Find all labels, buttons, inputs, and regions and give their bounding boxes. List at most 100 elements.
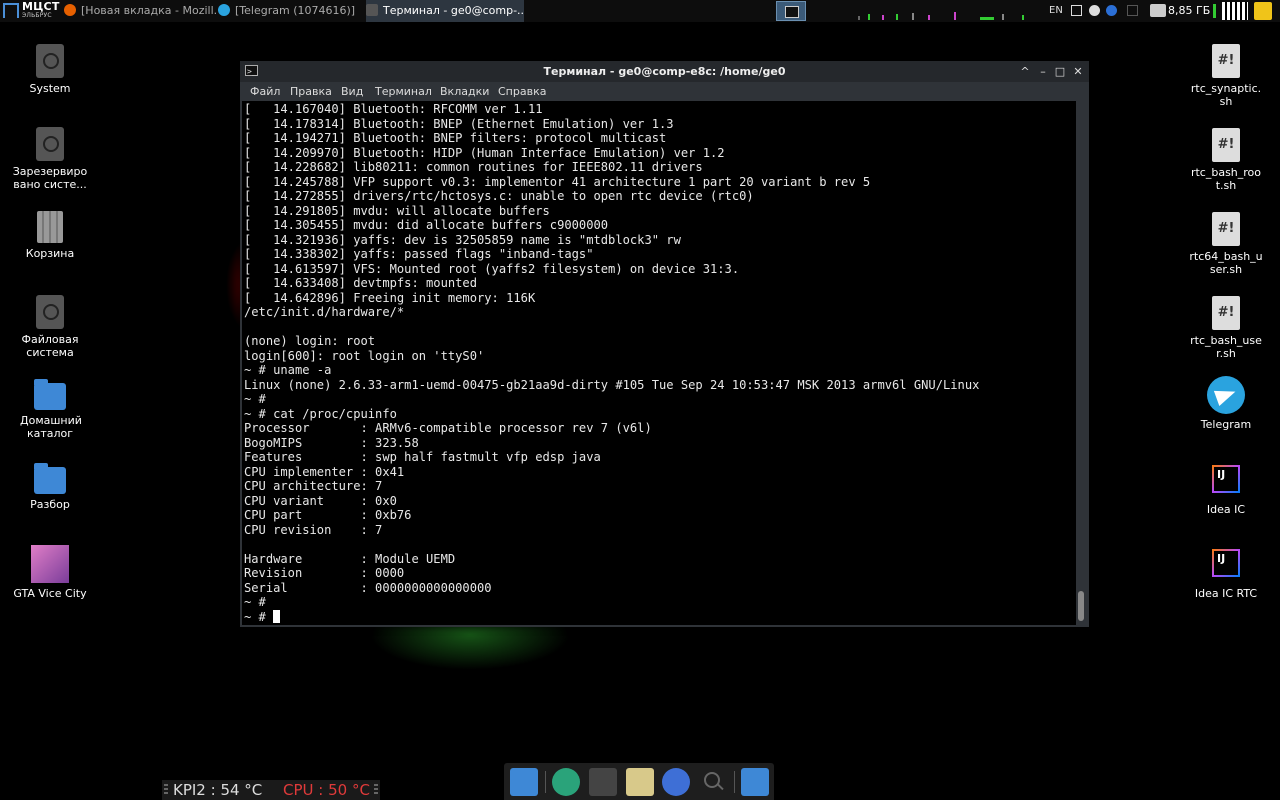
- task-terminal[interactable]: Терминал - ge0@comp-...: [366, 0, 524, 22]
- disk-icon: [36, 127, 64, 161]
- home-folder-icon: [34, 379, 66, 410]
- terminal-output[interactable]: [ 14.167040] Bluetooth: RFCOMM ver 1.11 …: [242, 101, 1076, 625]
- clipboard-icon[interactable]: [1127, 5, 1138, 16]
- script-icon: #!: [1212, 128, 1240, 162]
- desktop-icon-label: Idea IC: [1206, 503, 1246, 516]
- terminal-scrollbar[interactable]: [1076, 101, 1087, 625]
- intellij-icon: IJ: [1212, 465, 1240, 493]
- desktop-icon-filesystem[interactable]: Файловая система: [0, 295, 100, 359]
- disk-icon: [36, 295, 64, 329]
- desktop-icon-idea[interactable]: IJ Idea IC: [1176, 465, 1276, 516]
- terminal-icon: [366, 4, 378, 16]
- workspace-terminal-button[interactable]: [776, 1, 806, 21]
- disk-icon: [36, 44, 64, 78]
- desktop-icon-label: GTA Vice City: [13, 587, 87, 600]
- desktop-icon-rtc-synaptic[interactable]: #! rtc_synaptic.sh: [1176, 44, 1276, 108]
- grip-icon: [164, 784, 168, 796]
- aperture-icon[interactable]: [552, 768, 580, 796]
- desktop-icon-label: rtc64_bash_user.sh: [1189, 250, 1263, 276]
- qr-icon[interactable]: [1222, 2, 1248, 20]
- desktop-icon-label: rtc_bash_user.sh: [1190, 334, 1262, 360]
- folder-icon: [34, 463, 66, 494]
- top-panel: МЦСТ ЭЛЬБРУС [Новая вкладка - Mozill... …: [0, 0, 1280, 22]
- desktop-icon-trash[interactable]: Корзина: [0, 211, 100, 260]
- task-label: [Telegram (1074616)]: [235, 4, 356, 17]
- task-label: [Новая вкладка - Mozill...: [81, 4, 216, 17]
- system-load-meters: [856, 2, 1036, 20]
- window-icon[interactable]: [1071, 5, 1082, 16]
- desktop-icon-label: Домашний каталог: [20, 414, 82, 440]
- desktop-icon-label: Разбор: [30, 498, 70, 511]
- desktop-icon-gta[interactable]: GTA Vice City: [0, 545, 100, 600]
- desktop-icon-label: Telegram: [1200, 418, 1252, 431]
- battery-icon: [1213, 4, 1216, 18]
- logo-subtitle: ЭЛЬБРУС: [22, 12, 52, 19]
- task-telegram[interactable]: [Telegram (1074616)]: [218, 0, 360, 22]
- desktop-icon-label: Зарезервиро вано систе...: [12, 165, 88, 191]
- desktop-icon-label: Idea IC RTC: [1194, 587, 1258, 600]
- desktop-icon[interactable]: [510, 768, 538, 796]
- search-icon[interactable]: [699, 768, 727, 796]
- maximize-button[interactable]: □: [1052, 61, 1068, 82]
- desktop-icon-home[interactable]: Домашний каталог: [0, 379, 100, 440]
- script-icon: #!: [1212, 44, 1240, 78]
- menu-edit[interactable]: Правка: [290, 82, 332, 101]
- desktop-icon-label: System: [29, 82, 71, 95]
- keyboard-layout-indicator[interactable]: EN: [1049, 0, 1063, 22]
- desktop-icon-label: Файловая система: [21, 333, 79, 359]
- dock-separator: [734, 771, 735, 793]
- menu-view[interactable]: Вид: [341, 82, 363, 101]
- desktop-icon-razbor[interactable]: Разбор: [0, 463, 100, 511]
- cpu-temperature: CPU : 50 °C: [283, 781, 370, 799]
- terminal-window: >_ Терминал - ge0@comp-e8c: /home/ge0 ^ …: [240, 61, 1089, 627]
- notifications-icon[interactable]: [1106, 5, 1117, 16]
- desktop-icon-label: rtc_bash_root.sh: [1190, 166, 1262, 192]
- kpi-temperature: KPI2 : 54 °C: [173, 781, 263, 799]
- desktop-icon-system[interactable]: System: [0, 44, 100, 95]
- desktop-icon-rtc64-bash-user[interactable]: #! rtc64_bash_user.sh: [1176, 212, 1276, 276]
- menu-tabs[interactable]: Вкладки: [440, 82, 489, 101]
- scrollbar-thumb[interactable]: [1078, 591, 1084, 621]
- network-icon[interactable]: [1089, 5, 1100, 16]
- temperature-widget: KPI2 : 54 °C CPU : 50 °C: [162, 780, 380, 800]
- task-label: Терминал - ge0@comp-...: [383, 4, 524, 17]
- task-firefox[interactable]: [Новая вкладка - Mozill...: [64, 0, 216, 22]
- intellij-icon: IJ: [1212, 549, 1240, 577]
- files-icon[interactable]: [741, 768, 769, 796]
- terminal-text: [ 14.167040] Bluetooth: RFCOMM ver 1.11 …: [244, 102, 980, 624]
- collapse-button[interactable]: ^: [1017, 61, 1033, 82]
- title-bar[interactable]: >_ Терминал - ge0@comp-e8c: /home/ge0 ^ …: [240, 61, 1089, 82]
- disk-free-label: 8,85 ГБ: [1168, 4, 1211, 17]
- disk-icon[interactable]: [1150, 4, 1166, 17]
- terminal-icon: [785, 6, 799, 18]
- menu-file[interactable]: Файл: [250, 82, 280, 101]
- desktop-icon-label: rtc_synaptic.sh: [1190, 82, 1262, 108]
- desktop-icon-telegram[interactable]: Telegram: [1176, 376, 1276, 431]
- window-title: Терминал - ge0@comp-e8c: /home/ge0: [543, 65, 786, 78]
- menu-terminal[interactable]: Терминал: [375, 82, 432, 101]
- dock-separator: [545, 771, 546, 793]
- gta-icon: [31, 545, 69, 583]
- browser-icon[interactable]: [662, 768, 690, 796]
- mcst-logo[interactable]: МЦСТ ЭЛЬБРУС: [0, 0, 60, 22]
- archive-icon[interactable]: [626, 768, 654, 796]
- close-button[interactable]: ✕: [1070, 61, 1086, 82]
- terminal-icon[interactable]: [589, 768, 617, 796]
- trash-icon: [37, 211, 63, 243]
- script-icon: #!: [1212, 212, 1240, 246]
- script-icon: #!: [1212, 296, 1240, 330]
- desktop-icon-label: Корзина: [25, 247, 75, 260]
- desktop-icon-rtc-bash-root[interactable]: #! rtc_bash_root.sh: [1176, 128, 1276, 192]
- menu-bar: Файл Правка Вид Терминал Вкладки Справка: [240, 82, 1089, 101]
- grip-icon: [374, 784, 378, 796]
- minimize-button[interactable]: –: [1035, 61, 1051, 82]
- telegram-icon: [1207, 376, 1245, 414]
- desktop-icon-reserved[interactable]: Зарезервиро вано систе...: [0, 127, 100, 191]
- desktop-icon-idea-rtc[interactable]: IJ Idea IC RTC: [1176, 549, 1276, 600]
- menu-help[interactable]: Справка: [498, 82, 546, 101]
- mcst-logo-mark-icon: [3, 3, 19, 18]
- terminal-cursor: [273, 609, 281, 623]
- notes-icon[interactable]: [1254, 2, 1272, 20]
- desktop-icon-rtc-bash-user[interactable]: #! rtc_bash_user.sh: [1176, 296, 1276, 360]
- firefox-icon: [64, 4, 76, 16]
